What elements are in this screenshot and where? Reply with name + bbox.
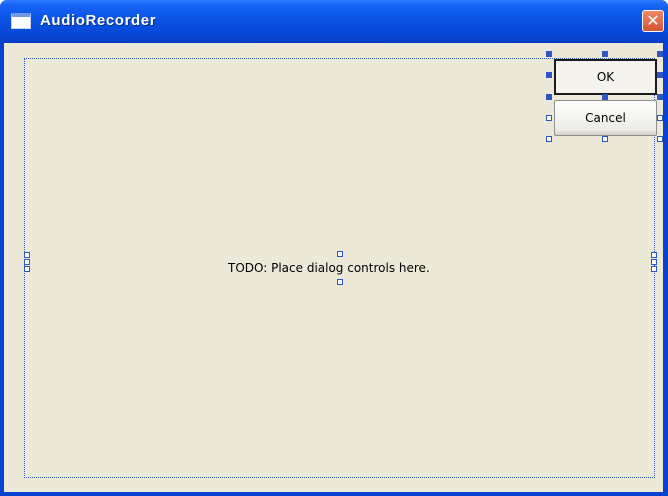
resize-handle[interactable] [24, 266, 30, 272]
resize-handle[interactable] [337, 251, 343, 257]
resize-handle[interactable] [546, 136, 552, 142]
resize-handle[interactable] [337, 279, 343, 285]
todo-static-text[interactable]: TODO: Place dialog controls here. [228, 261, 430, 275]
resize-handle[interactable] [602, 51, 608, 57]
window-title: AudioRecorder [40, 12, 157, 29]
resize-handle[interactable] [546, 115, 552, 121]
ok-button[interactable]: OK [554, 59, 657, 95]
close-button[interactable]: ✕ [642, 10, 664, 32]
resize-handle[interactable] [546, 94, 552, 100]
resize-handle[interactable] [657, 115, 663, 121]
resize-handle[interactable] [24, 252, 30, 258]
window-icon [11, 13, 31, 29]
resize-handle[interactable] [24, 259, 30, 265]
resize-handle[interactable] [657, 94, 663, 100]
close-icon: ✕ [646, 11, 660, 30]
resize-handle[interactable] [657, 51, 663, 57]
resize-handle[interactable] [651, 266, 657, 272]
resize-handle[interactable] [651, 259, 657, 265]
resize-handle[interactable] [657, 136, 663, 142]
dialog-window: AudioRecorder ✕ OK Cancel TODO: Place di… [0, 0, 668, 496]
resize-handle[interactable] [602, 136, 608, 142]
resize-handle[interactable] [546, 72, 552, 78]
cancel-button[interactable]: Cancel [554, 100, 657, 136]
resize-handle[interactable] [546, 51, 552, 57]
resize-handle[interactable] [602, 94, 608, 100]
title-bar[interactable]: AudioRecorder ✕ [0, 0, 668, 43]
dialog-editor-surface[interactable]: OK Cancel TODO: Place dialog controls he… [4, 43, 663, 492]
resize-handle[interactable] [657, 72, 663, 78]
resize-handle[interactable] [651, 252, 657, 258]
